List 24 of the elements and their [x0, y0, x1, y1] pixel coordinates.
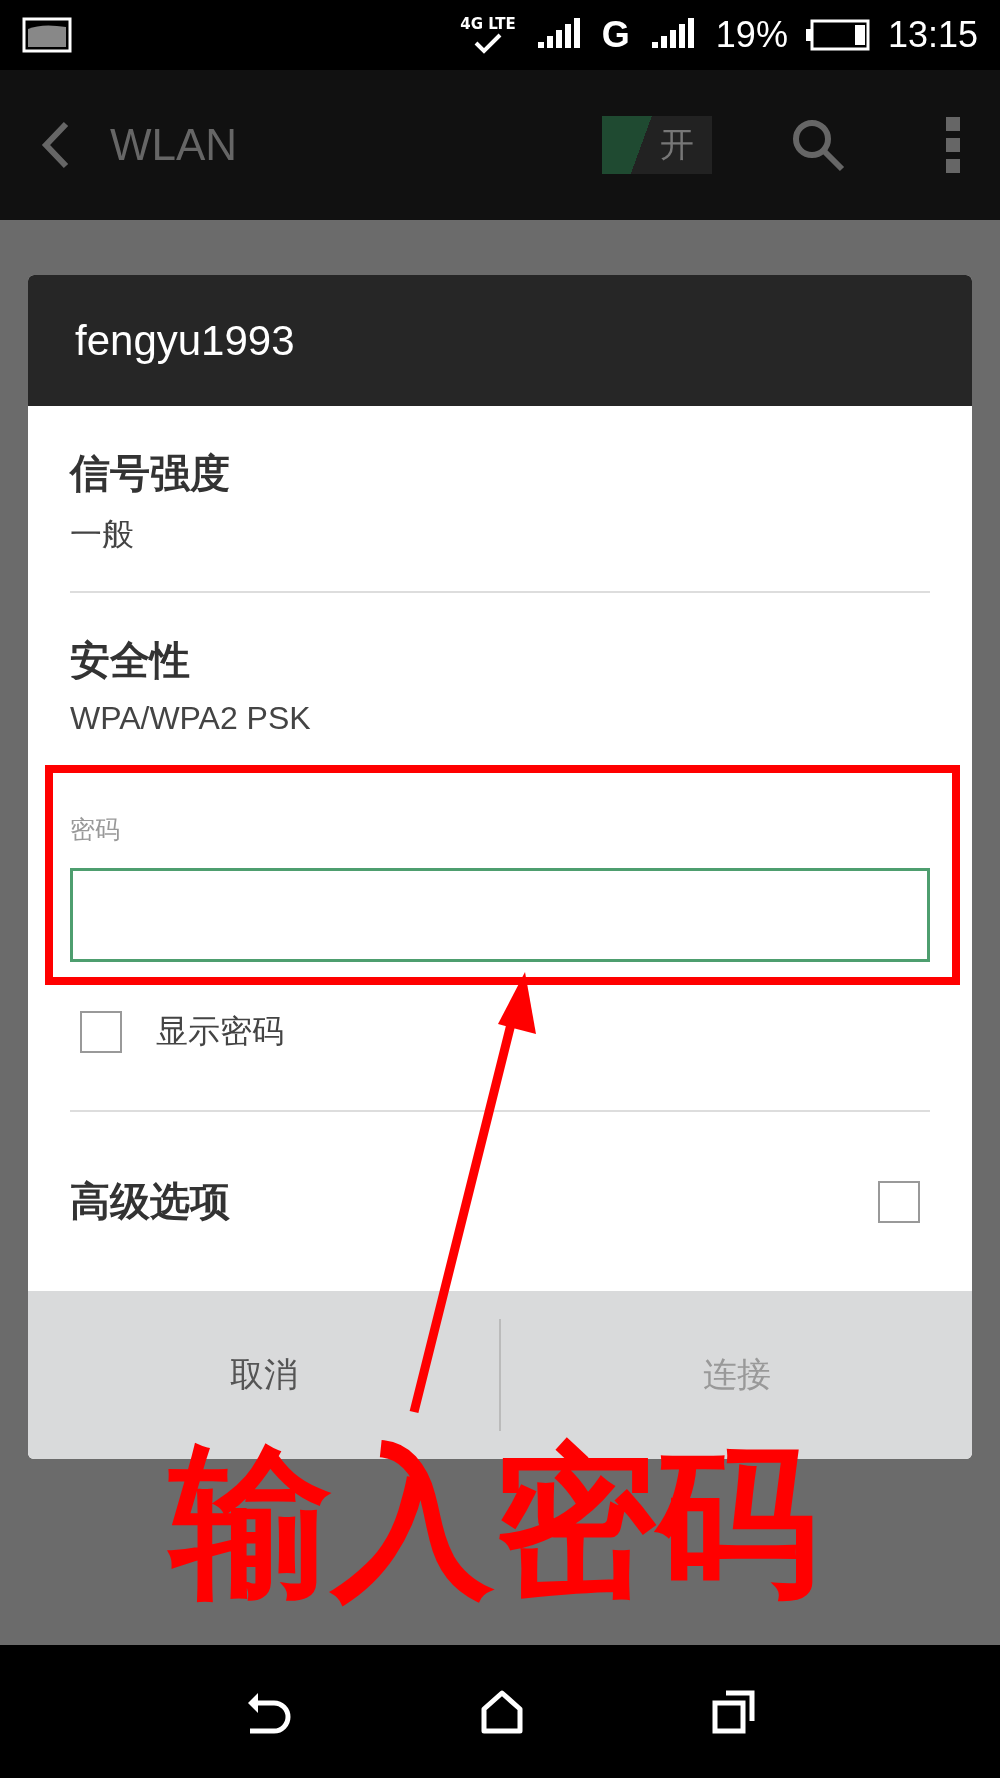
clock: 13:15 [887, 14, 978, 56]
battery-percent: 19% [715, 14, 788, 56]
search-icon[interactable] [790, 117, 846, 173]
dialog-title: fengyu1993 [75, 316, 295, 365]
info-label: 安全性 [70, 636, 191, 685]
checkbox-label: 显示密码 [156, 1011, 284, 1052]
network-type: G [601, 14, 630, 56]
screen-title: WLAN [110, 120, 238, 170]
advanced-options-checkbox[interactable] [878, 1180, 920, 1223]
wifi-toggle[interactable]: 开 [602, 116, 712, 174]
image-icon [22, 17, 72, 53]
info-value: WPA/WPA2 PSK [70, 700, 312, 737]
info-value: 一般 [70, 515, 135, 554]
info-label: 信号强度 [70, 449, 231, 498]
check-icon [473, 31, 504, 54]
recent-apps-icon[interactable] [712, 1688, 756, 1735]
advanced-options-label: 高级选项 [70, 1177, 230, 1226]
network-type: 4G LTE [460, 16, 516, 32]
password-field[interactable] [70, 868, 930, 962]
home-icon[interactable] [480, 1688, 524, 1735]
battery-icon [805, 19, 870, 51]
password-label: 密码 [70, 814, 121, 846]
show-password-checkbox[interactable] [80, 1011, 122, 1053]
menu-icon[interactable] [946, 117, 960, 173]
